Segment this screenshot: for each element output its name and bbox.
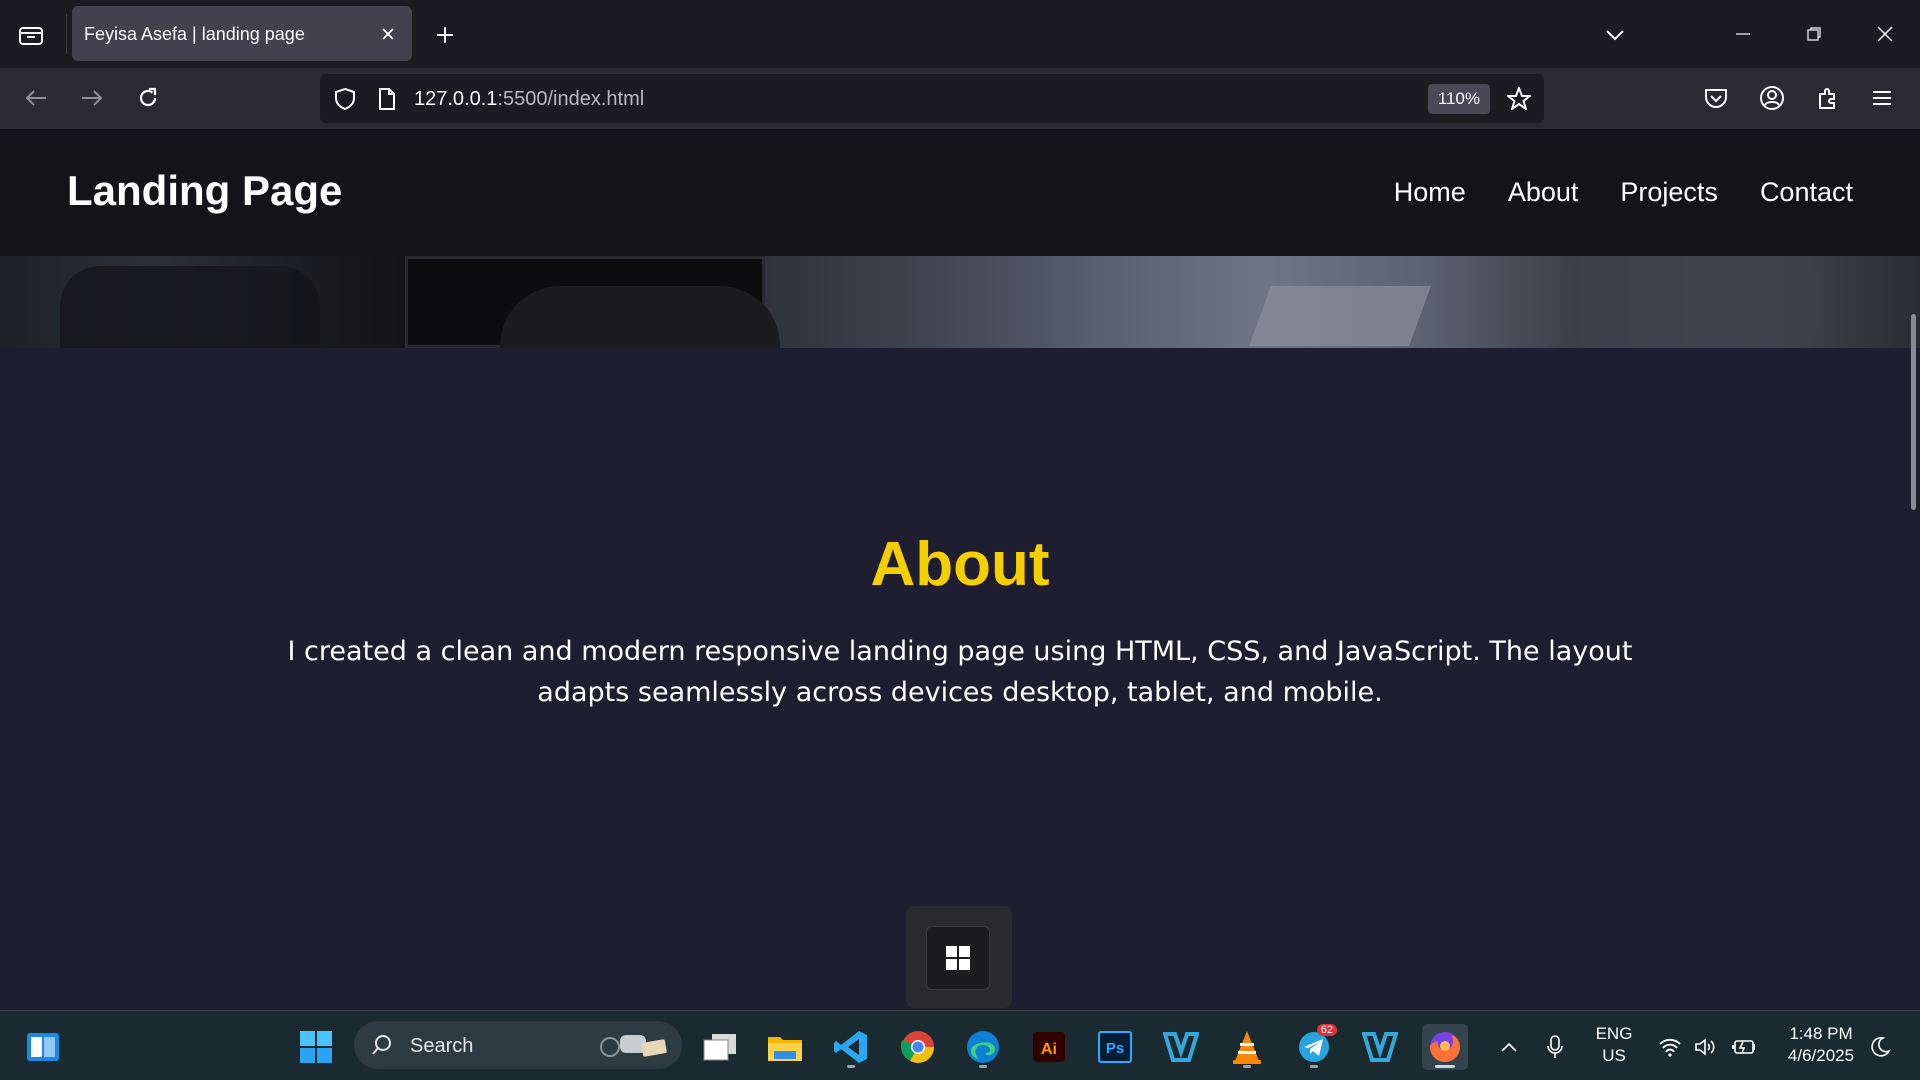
nav-contact[interactable]: Contact: [1760, 177, 1853, 208]
language-line2: US: [1602, 1046, 1626, 1065]
microphone-icon[interactable]: [1537, 1024, 1573, 1070]
wifi-icon[interactable]: [1652, 1024, 1688, 1070]
restore-icon[interactable]: [1793, 14, 1835, 54]
language-indicator[interactable]: ENG US: [1588, 1023, 1640, 1067]
vlc-icon[interactable]: [1224, 1024, 1270, 1070]
visual-studio-icon[interactable]: [1158, 1024, 1204, 1070]
menu-icon[interactable]: [1862, 78, 1902, 118]
running-indicator: [1243, 1065, 1251, 1068]
focus-moon-icon[interactable]: [1862, 1024, 1898, 1070]
url-path: :5500/index.html: [497, 88, 645, 110]
clock-time: 1:48 PM: [1789, 1024, 1853, 1043]
about-title: About: [870, 530, 1050, 599]
nav-home[interactable]: Home: [1394, 177, 1466, 208]
star-icon[interactable]: [1504, 84, 1534, 114]
running-indicator: [1310, 1065, 1318, 1068]
page-icon[interactable]: [372, 84, 402, 114]
task-view-icon[interactable]: [697, 1024, 743, 1070]
firefox-icon[interactable]: [1422, 1024, 1468, 1070]
site-header: Landing Page Home About Projects Contact: [0, 129, 1920, 256]
extensions-icon[interactable]: [1808, 78, 1848, 118]
running-indicator: [1435, 1065, 1455, 1068]
chevron-down-icon[interactable]: [1598, 18, 1632, 52]
clock-date: 4/6/2025: [1787, 1046, 1855, 1065]
close-window-icon[interactable]: [1864, 14, 1906, 54]
telegram-icon[interactable]: 62: [1291, 1024, 1337, 1070]
telegram-badge: 62: [1316, 1024, 1337, 1036]
reload-icon[interactable]: [128, 78, 168, 118]
url-bar[interactable]: 127.0.0.1:5500/index.html 110%: [320, 74, 1544, 123]
scrollbar-thumb[interactable]: [1911, 314, 1916, 510]
pocket-icon[interactable]: [1696, 78, 1736, 118]
browser-nav-bar: 127.0.0.1:5500/index.html 110%: [0, 68, 1920, 129]
browser-tab-bar: Feyisa Asefa | landing page: [0, 0, 1920, 68]
shield-icon[interactable]: [330, 84, 360, 114]
widgets-icon[interactable]: [20, 1024, 66, 1070]
account-icon[interactable]: [1752, 78, 1792, 118]
tab-list-icon[interactable]: [14, 18, 48, 52]
close-icon[interactable]: [374, 20, 402, 48]
forward-arrow-icon[interactable]: [72, 78, 112, 118]
search-label: Search: [410, 1035, 474, 1057]
running-indicator: [847, 1065, 855, 1068]
tab-separator: [66, 14, 67, 54]
start-preview-popup: [906, 906, 1012, 1008]
visual-studio-icon-2[interactable]: [1357, 1024, 1403, 1070]
running-indicator: [979, 1065, 987, 1068]
minimize-icon[interactable]: [1722, 14, 1764, 54]
windows-icon[interactable]: [293, 1024, 339, 1070]
windows-icon[interactable]: [926, 926, 990, 990]
vscode-icon[interactable]: [828, 1024, 874, 1070]
taskbar: Search Ai Ps 62 ENG US 1:48 PM 4/6/2025: [0, 1010, 1920, 1080]
battery-icon[interactable]: [1726, 1024, 1762, 1070]
zoom-level[interactable]: 110%: [1427, 84, 1490, 114]
illustrator-icon[interactable]: Ai: [1026, 1024, 1072, 1070]
file-explorer-icon[interactable]: [762, 1024, 808, 1070]
svg-text:Ps: Ps: [1106, 1040, 1124, 1057]
site-logo[interactable]: Landing Page: [67, 167, 342, 215]
nav-about[interactable]: About: [1508, 177, 1579, 208]
url-host: 127.0.0.1: [414, 88, 498, 110]
nav-projects[interactable]: Projects: [1620, 177, 1718, 208]
plus-icon[interactable]: [428, 18, 462, 52]
hero-image: [0, 256, 1920, 348]
tab-active[interactable]: Feyisa Asefa | landing page: [72, 6, 412, 61]
svg-text:Ai: Ai: [1041, 1041, 1057, 1058]
url-text[interactable]: 127.0.0.1:5500/index.html: [414, 88, 644, 111]
site-nav: Home About Projects Contact: [1394, 177, 1853, 208]
clock[interactable]: 1:48 PM 4/6/2025: [1776, 1023, 1866, 1067]
language-line1: ENG: [1595, 1024, 1633, 1043]
chrome-icon[interactable]: [895, 1024, 941, 1070]
photoshop-icon[interactable]: Ps: [1092, 1024, 1138, 1070]
volume-icon[interactable]: [1688, 1024, 1724, 1070]
search-highlight-icon: [596, 1029, 670, 1061]
taskbar-search[interactable]: Search: [354, 1021, 682, 1069]
search-icon: [370, 1033, 394, 1061]
chevron-up-icon[interactable]: [1491, 1024, 1527, 1070]
edge-icon[interactable]: [960, 1024, 1006, 1070]
back-arrow-icon[interactable]: [16, 78, 56, 118]
web-page: Landing Page Home About Projects Contact…: [0, 129, 1920, 1010]
about-text: I created a clean and modern responsive …: [287, 636, 1633, 708]
tab-title: Feyisa Asefa | landing page: [84, 24, 305, 44]
